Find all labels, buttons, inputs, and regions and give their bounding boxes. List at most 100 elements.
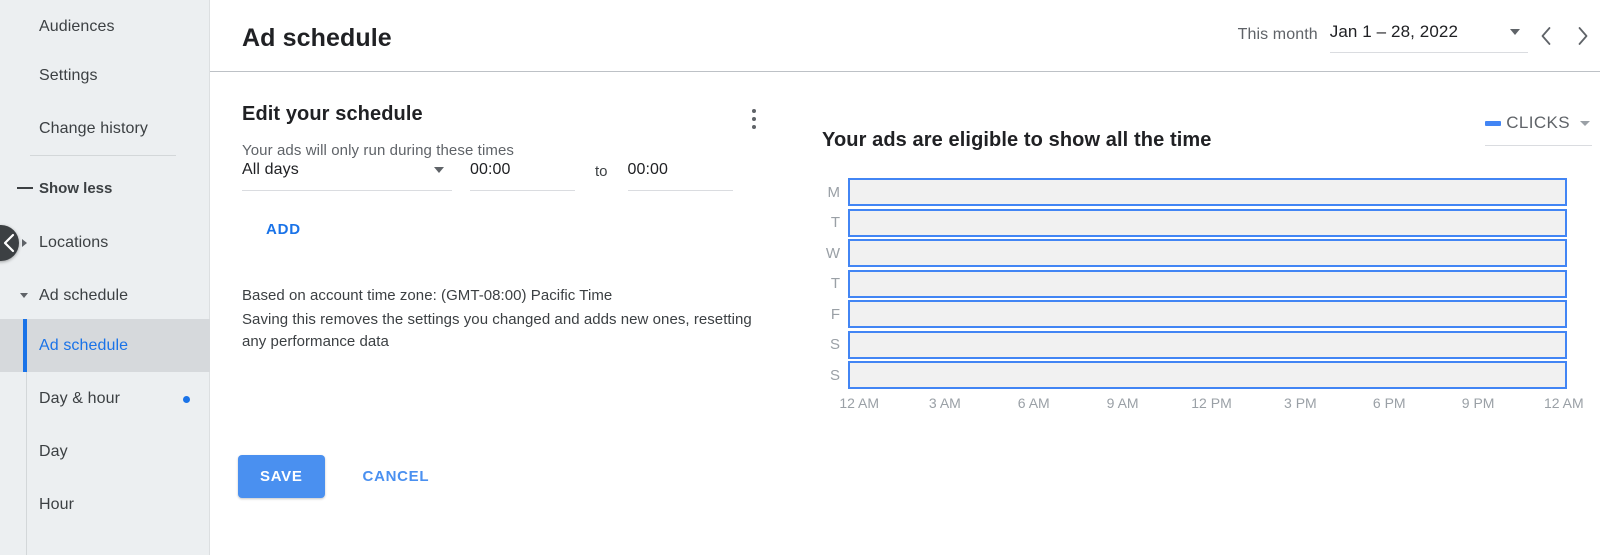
- day-bar-track: [848, 300, 1567, 329]
- editor-subtitle: Your ads will only run during these time…: [242, 142, 515, 159]
- chevron-left-icon: [1541, 27, 1551, 45]
- saving-note: Saving this removes the settings you cha…: [242, 311, 752, 350]
- prev-period-button[interactable]: [1532, 22, 1564, 54]
- chevron-left-icon: [3, 233, 15, 253]
- sidebar-divider: [30, 155, 176, 156]
- sidebar-item-label: Ad schedule: [39, 336, 129, 354]
- x-axis-tick: 3 AM: [928, 395, 961, 411]
- day-coverage-bar[interactable]: [848, 239, 1567, 268]
- page-header: Ad schedule This month Jan 1 – 28, 2022: [210, 0, 1600, 72]
- editor-actions: SAVE CANCEL: [238, 455, 439, 498]
- to-label: to: [595, 163, 608, 180]
- ad-schedule-screen: Audiences Settings Change history Show l…: [0, 0, 1600, 555]
- day-bar-track: [848, 269, 1567, 298]
- days-select-value: All days: [242, 161, 299, 178]
- day-bar-track: [848, 239, 1567, 268]
- sidebar-item-label: Day: [39, 442, 68, 460]
- more-vert-icon[interactable]: [742, 109, 766, 137]
- sidebar-item-label: Change history: [39, 119, 149, 137]
- sidebar-item-hour[interactable]: Hour: [0, 478, 210, 531]
- next-period-button[interactable]: [1568, 22, 1600, 54]
- day-bar-track: [848, 178, 1567, 207]
- x-axis-tick: 12 PM: [1191, 395, 1232, 411]
- day-bar-track: [848, 330, 1567, 359]
- date-range-value: Jan 1 – 28, 2022: [1329, 22, 1458, 41]
- chevron-down-icon: [1580, 120, 1590, 126]
- schedule-grid-row: M: [822, 177, 1567, 208]
- start-time-value: 00:00: [470, 161, 511, 178]
- schedule-input-row: All days 00:00 to 00:00: [242, 161, 733, 191]
- add-schedule-button[interactable]: ADD: [266, 221, 301, 238]
- sidebar-item-ad-schedule[interactable]: Ad schedule: [0, 319, 210, 372]
- sidebar-item-label: Hour: [39, 495, 75, 513]
- schedule-grid-row: T: [822, 208, 1567, 239]
- day-coverage-bar[interactable]: [848, 208, 1567, 237]
- chart-title: Your ads are eligible to show all the ti…: [822, 129, 1212, 151]
- schedule-editor: Edit your schedule Your ads will only ru…: [242, 103, 762, 159]
- sidebar-item-label: Ad schedule: [39, 286, 129, 304]
- schedule-grid-row: S: [822, 360, 1567, 391]
- x-axis-tick: 12 AM: [1543, 395, 1584, 411]
- sidebar-item-settings[interactable]: Settings: [0, 49, 210, 102]
- x-axis-tick: 9 AM: [1106, 395, 1139, 411]
- cancel-button[interactable]: CANCEL: [353, 455, 440, 498]
- day-label: S: [829, 336, 840, 354]
- day-bar-track: [848, 361, 1567, 390]
- show-less-label: Show less: [39, 179, 113, 197]
- end-time-input[interactable]: 00:00: [627, 161, 733, 191]
- x-axis-tick: 6 PM: [1372, 395, 1406, 411]
- triangle-right-icon: [22, 238, 27, 247]
- schedule-chart-panel: Your ads are eligible to show all the ti…: [822, 73, 1600, 555]
- sidebar-item-change-history[interactable]: Change history: [0, 102, 210, 155]
- editor-title: Edit your schedule: [242, 103, 423, 125]
- day-coverage-bar[interactable]: [848, 269, 1567, 298]
- schedule-grid-row: F: [822, 299, 1567, 330]
- main-content: Edit your schedule Your ads will only ru…: [210, 73, 1600, 555]
- x-axis-tick: 6 AM: [1017, 395, 1050, 411]
- sidebar: Audiences Settings Change history Show l…: [0, 0, 210, 555]
- minus-icon: [17, 187, 33, 189]
- date-range-area: This month Jan 1 – 28, 2022: [1238, 22, 1600, 54]
- sidebar-item-label: Audiences: [39, 17, 115, 35]
- day-coverage-bar[interactable]: [848, 300, 1567, 329]
- show-less-button[interactable]: Show less: [0, 163, 210, 213]
- schedule-grid-row: S: [822, 330, 1567, 361]
- triangle-down-icon: [20, 292, 28, 298]
- kebab-dot: [752, 117, 756, 121]
- x-axis-tick: 9 PM: [1461, 395, 1495, 411]
- sidebar-item-ad-schedule-group[interactable]: Ad schedule: [0, 269, 210, 322]
- schedule-grid-row: W: [822, 238, 1567, 269]
- start-time-input[interactable]: 00:00: [470, 161, 575, 191]
- day-label: S: [829, 366, 840, 384]
- day-coverage-bar[interactable]: [848, 330, 1567, 359]
- metric-select-label: CLICKS: [1506, 113, 1570, 132]
- sidebar-item-day-and-hour[interactable]: Day & hour: [0, 372, 210, 425]
- end-time-value: 00:00: [627, 161, 669, 178]
- sidebar-item-label: Settings: [39, 66, 98, 84]
- x-axis-tick: 12 AM: [839, 395, 880, 411]
- day-label: T: [830, 214, 840, 232]
- sidebar-item-audiences[interactable]: Audiences: [0, 0, 210, 53]
- chevron-down-icon: [434, 167, 444, 173]
- day-coverage-bar[interactable]: [848, 361, 1567, 390]
- weekday-schedule-grid: MTWTFSS: [822, 177, 1567, 391]
- chevron-right-icon: [1578, 27, 1588, 45]
- schedule-grid-row: T: [822, 269, 1567, 300]
- save-button[interactable]: SAVE: [238, 455, 325, 498]
- date-range-picker[interactable]: Jan 1 – 28, 2022: [1329, 22, 1528, 53]
- sidebar-item-day[interactable]: Day: [0, 425, 210, 478]
- metric-select[interactable]: CLICKS: [1485, 113, 1592, 146]
- x-axis-tick: 3 PM: [1284, 395, 1317, 411]
- sidebar-item-label: Day & hour: [39, 389, 121, 407]
- sidebar-item-label: Locations: [39, 233, 109, 251]
- day-bar-track: [848, 208, 1567, 237]
- day-coverage-bar[interactable]: [848, 178, 1567, 207]
- day-label: W: [825, 244, 840, 262]
- page-title: Ad schedule: [242, 24, 392, 52]
- day-label: T: [830, 275, 840, 293]
- sidebar-item-locations[interactable]: Locations: [0, 216, 210, 269]
- timezone-note: Based on account time zone: (GMT-08:00) …: [242, 287, 613, 304]
- days-select[interactable]: All days: [242, 161, 452, 191]
- day-label: M: [827, 183, 841, 201]
- kebab-dot: [752, 109, 756, 113]
